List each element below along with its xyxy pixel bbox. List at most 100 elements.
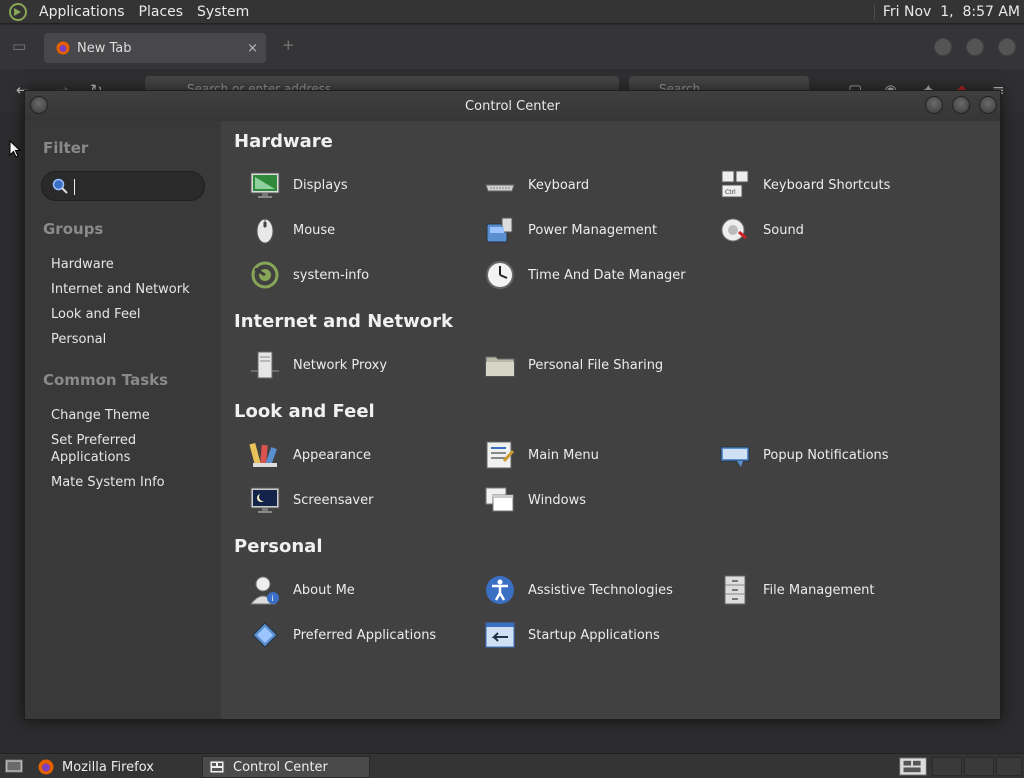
sidebar-item-personal[interactable]: Personal — [51, 331, 106, 348]
applet-assistive-technologies[interactable]: Assistive Technologies — [484, 572, 673, 608]
accessibility-icon — [486, 576, 514, 604]
applet-label: Assistive Technologies — [528, 582, 673, 598]
taskbar-item-label: Control Center — [233, 759, 328, 775]
new-tab-icon[interactable]: + — [282, 36, 295, 54]
folder-share-icon — [485, 356, 515, 377]
keyboard-icon — [485, 184, 515, 192]
applet-startup-applications[interactable]: Startup Applications — [484, 617, 660, 653]
applet-popup-notifications[interactable]: Popup Notifications — [719, 437, 889, 473]
svg-text:i: i — [272, 594, 274, 603]
applet-network-proxy[interactable]: Network Proxy — [249, 347, 387, 383]
applet-time-and-date-manager[interactable]: Time And Date Manager — [484, 257, 686, 293]
svg-text:Ctrl: Ctrl — [725, 189, 736, 196]
section-title-hardware: Hardware — [234, 131, 333, 152]
workspace-switcher-empty[interactable] — [964, 757, 994, 776]
workspace-switcher-icon[interactable] — [898, 757, 928, 776]
window-title: Control Center — [465, 98, 560, 114]
common-tasks-heading: Common Tasks — [43, 371, 169, 389]
clock-icon — [486, 261, 514, 289]
close-button[interactable] — [979, 96, 997, 114]
applet-power-management[interactable]: Power Management — [484, 212, 657, 248]
sidebar-item-look-and-feel[interactable]: Look and Feel — [51, 306, 141, 323]
applet-keyboard[interactable]: Keyboard — [484, 167, 589, 203]
firefox-minimize-button[interactable] — [934, 38, 952, 56]
applet-label: system-info — [293, 267, 370, 283]
task-change-theme[interactable]: Change Theme — [51, 407, 150, 424]
applet-label: Personal File Sharing — [528, 357, 664, 373]
network-proxy-icon — [251, 351, 279, 379]
filter-heading: Filter — [43, 139, 89, 157]
workspace-switcher-empty[interactable] — [996, 757, 1022, 776]
minimize-button[interactable] — [925, 96, 943, 114]
applications-menu[interactable]: Applications — [32, 4, 132, 20]
firefox-maximize-button[interactable] — [966, 38, 984, 56]
sidebar: Filter Groups Hardware Internet and Netw… — [25, 121, 219, 719]
window-menu-button[interactable] — [30, 96, 48, 114]
mouse-icon — [256, 218, 274, 244]
places-menu[interactable]: Places — [132, 4, 191, 20]
sidebar-item-internet-and-network[interactable]: Internet and Network — [51, 281, 190, 298]
close-tab-icon[interactable]: × — [247, 41, 258, 56]
applet-file-management[interactable]: File Management — [719, 572, 875, 608]
applet-label: Mouse — [293, 222, 336, 238]
task-mate-system-info[interactable]: Mate System Info — [51, 474, 165, 491]
applet-label: Sound — [763, 222, 804, 238]
taskbar-item-label: Mozilla Firefox — [62, 759, 154, 775]
applet-label: Startup Applications — [528, 627, 660, 643]
applet-appearance[interactable]: Appearance — [249, 437, 371, 473]
firefox-close-button[interactable] — [998, 38, 1016, 56]
applet-about-me[interactable]: i About Me — [249, 572, 355, 608]
applet-sound[interactable]: Sound — [719, 212, 804, 248]
applet-mouse[interactable]: Mouse — [249, 212, 335, 248]
applet-label: Popup Notifications — [763, 447, 889, 463]
taskbar-item-firefox[interactable]: Mozilla Firefox — [32, 756, 198, 778]
applet-label: Screensaver — [293, 492, 374, 508]
screensaver-icon — [250, 487, 280, 513]
applet-label: Preferred Applications — [293, 627, 437, 643]
system-info-icon — [251, 261, 279, 289]
control-center-titlebar[interactable]: Control Center — [25, 91, 1000, 121]
applet-label: Time And Date Manager — [528, 267, 686, 283]
main-menu-icon — [486, 441, 515, 469]
applet-windows[interactable]: Windows — [484, 482, 586, 518]
sound-icon — [721, 218, 747, 242]
control-center-window: Control Center Filter Groups Hardware In… — [24, 90, 1001, 720]
applet-keyboard-shortcuts[interactable]: Ctrl Keyboard Shortcuts — [719, 167, 890, 203]
applet-preferred-applications[interactable]: Preferred Applications — [249, 617, 436, 653]
startup-applications-icon — [485, 622, 515, 648]
applet-system-info[interactable]: system-info — [249, 257, 369, 293]
system-menu[interactable]: System — [190, 4, 256, 20]
section-title-personal: Personal — [234, 536, 323, 557]
maximize-button[interactable] — [952, 96, 970, 114]
applet-label: Windows — [528, 492, 587, 508]
filter-input[interactable] — [41, 171, 205, 201]
groups-heading: Groups — [43, 220, 104, 238]
applet-label: Appearance — [293, 447, 372, 463]
show-desktop-icon[interactable] — [4, 758, 24, 775]
popup-notifications-icon — [720, 446, 750, 467]
firefox-icon — [56, 41, 70, 55]
applet-label: Network Proxy — [293, 357, 388, 373]
about-me-icon: i — [249, 576, 279, 605]
applet-label: Keyboard — [528, 177, 590, 193]
clock[interactable]: Fri Nov 1, 8:57 AM — [873, 3, 1024, 20]
workspace-switcher-empty[interactable] — [932, 757, 962, 776]
taskbar-item-control-center[interactable]: Control Center — [202, 756, 370, 778]
firefox-tabbar: ▭ New Tab × + — [0, 25, 1024, 69]
firefox-tab[interactable]: New Tab × — [44, 33, 266, 63]
applet-personal-file-sharing[interactable]: Personal File Sharing — [484, 347, 663, 383]
applet-label: Keyboard Shortcuts — [763, 177, 891, 193]
mouse-cursor-icon — [9, 140, 21, 158]
sidebar-item-hardware[interactable]: Hardware — [51, 256, 114, 273]
applets-panel: Hardware Displays Keyboard Ctrl Keyboard… — [221, 121, 1000, 719]
control-center-icon — [209, 760, 225, 774]
mate-logo-icon[interactable] — [8, 2, 28, 22]
applet-displays[interactable]: Displays — [249, 167, 348, 203]
search-icon — [52, 178, 68, 194]
applet-label: Displays — [293, 177, 348, 193]
firefox-view-icon[interactable]: ▭ — [12, 37, 26, 55]
applet-screensaver[interactable]: Screensaver — [249, 482, 373, 518]
task-set-preferred-applications[interactable]: Set Preferred Applications — [51, 432, 136, 466]
applet-main-menu[interactable]: Main Menu — [484, 437, 599, 473]
text-caret — [74, 179, 75, 195]
